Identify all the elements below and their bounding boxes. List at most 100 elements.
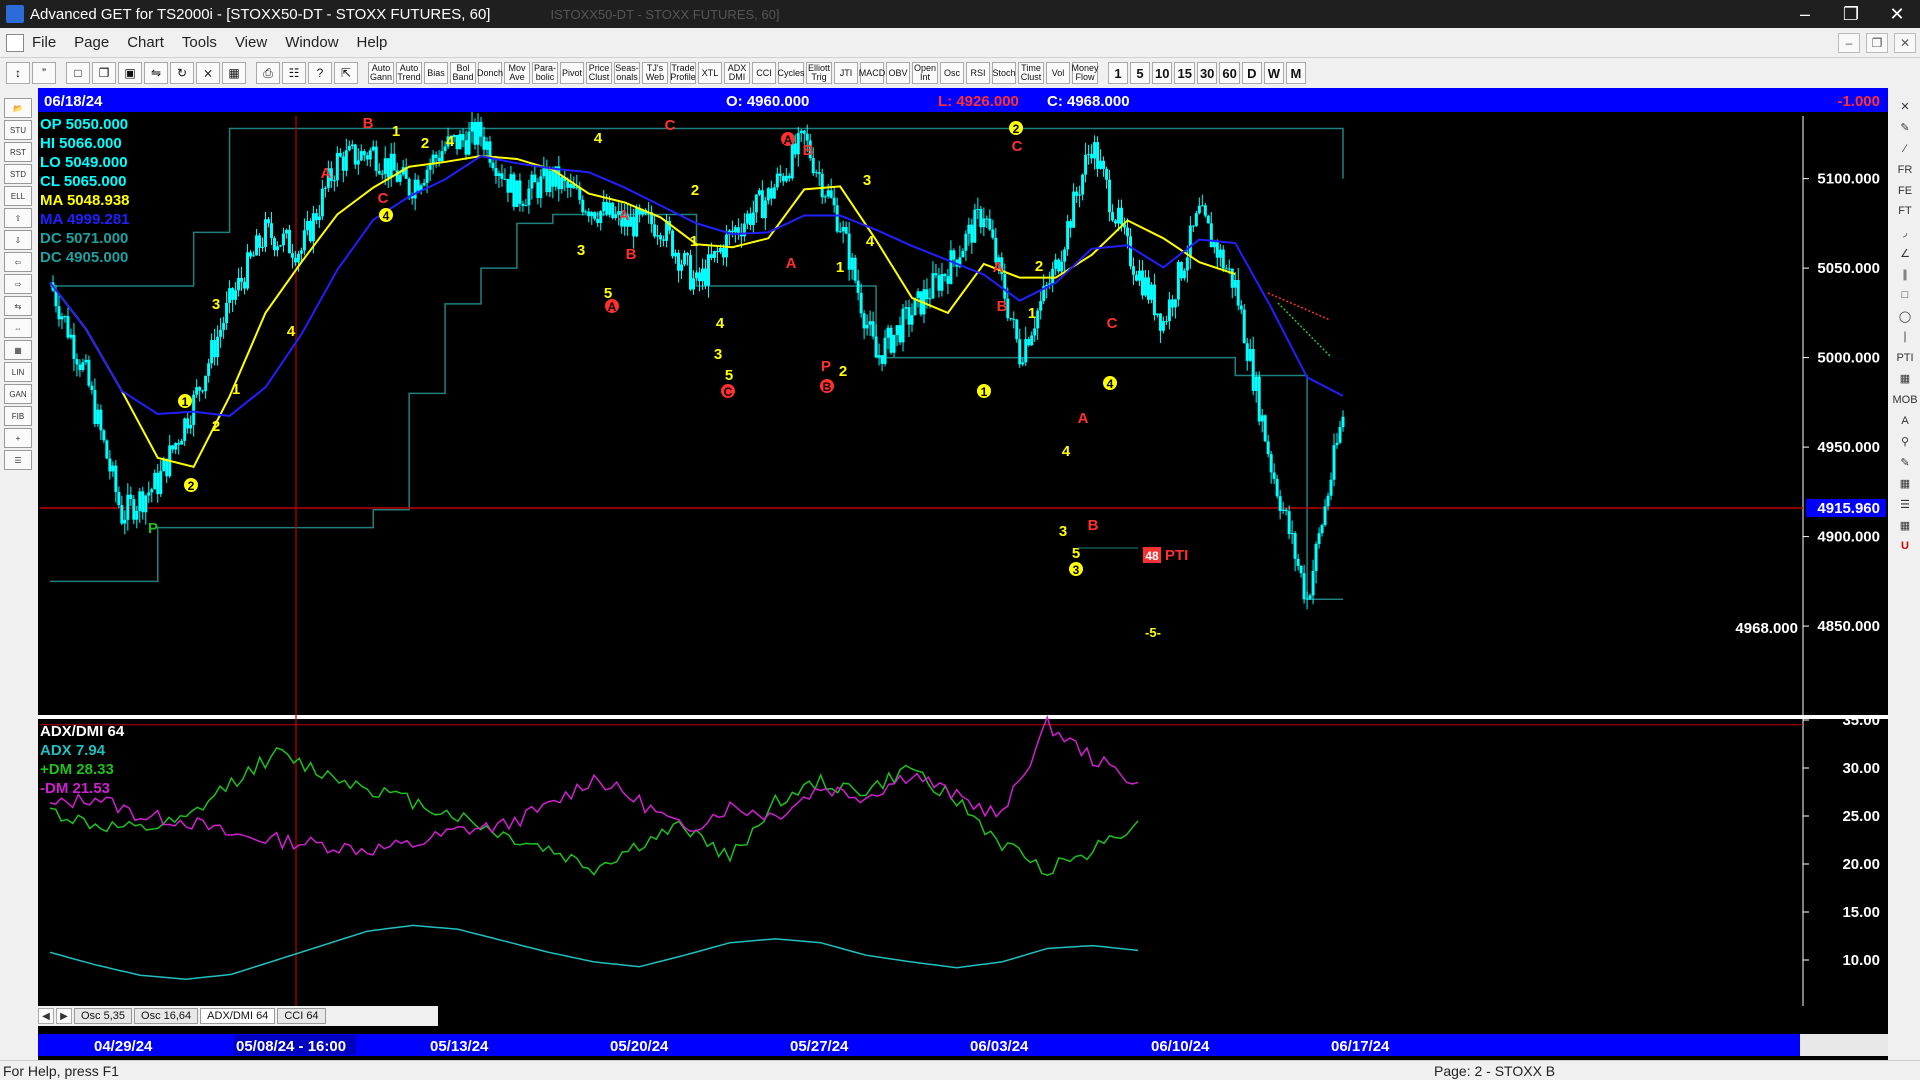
study-button-auto-trend[interactable]: Auto Trend bbox=[396, 62, 422, 84]
fib-extension-icon[interactable]: FE bbox=[1893, 181, 1917, 201]
reset-icon[interactable]: RST bbox=[4, 142, 32, 162]
fib-retrace-icon[interactable]: FR bbox=[1893, 160, 1917, 180]
grid-table-icon[interactable]: ▦ bbox=[4, 340, 32, 360]
menu-page[interactable]: Page bbox=[74, 34, 109, 51]
menu-file[interactable]: File bbox=[32, 34, 56, 51]
menu-help[interactable]: Help bbox=[357, 34, 388, 51]
grid-tool-icon[interactable]: ▦ bbox=[1893, 369, 1917, 389]
zoom-icon[interactable]: ⚲ bbox=[1893, 432, 1917, 452]
study-button-seas-onals[interactable]: Seas-onals bbox=[614, 62, 640, 84]
channel-icon[interactable]: ∥ bbox=[1893, 264, 1917, 284]
study-button-obv[interactable]: OBV bbox=[886, 62, 910, 84]
study-button-macd[interactable]: MACD bbox=[859, 62, 885, 84]
mdi-restore-button[interactable]: ❐ bbox=[1866, 32, 1888, 53]
list-icon[interactable]: ☰ bbox=[1893, 494, 1917, 514]
study-button-donch[interactable]: Donch bbox=[477, 62, 503, 84]
quote-icon[interactable]: ” bbox=[32, 62, 56, 84]
print-icon[interactable]: ⎙ bbox=[256, 62, 280, 84]
study-button-pivot[interactable]: Pivot bbox=[560, 62, 584, 84]
interval-button-w[interactable]: W bbox=[1263, 62, 1284, 84]
pointer-icon[interactable]: ↕ bbox=[6, 62, 30, 84]
menu-view[interactable]: View bbox=[235, 34, 267, 51]
menu-window[interactable]: Window bbox=[285, 34, 338, 51]
study-button-trade-profile[interactable]: Trade Profile bbox=[670, 62, 696, 84]
delete-icon[interactable]: ⨯ bbox=[196, 62, 220, 84]
chart-area[interactable]: 06/18/24 O: 4960.000 L: 4926.000 C: 4968.00… bbox=[38, 88, 1888, 1060]
minimize-button[interactable]: – bbox=[1782, 0, 1828, 28]
gann-fan-icon[interactable]: ∣ bbox=[1893, 327, 1917, 347]
arrow-right-icon[interactable]: ⇨ bbox=[4, 274, 32, 294]
cancel-tool-icon[interactable]: ✕ bbox=[1893, 97, 1917, 117]
study-button-adx-dmi[interactable]: ADX DMI bbox=[724, 62, 750, 84]
arrow-up-icon[interactable]: ⇧ bbox=[4, 208, 32, 228]
fib-icon[interactable]: FIB bbox=[4, 406, 32, 426]
interval-button-5[interactable]: 5 bbox=[1130, 62, 1150, 84]
study-button-vol[interactable]: Vol bbox=[1046, 62, 1070, 84]
interval-button-1[interactable]: 1 bbox=[1108, 62, 1128, 84]
arrow-down-icon[interactable]: ⇩ bbox=[4, 230, 32, 250]
lines-icon[interactable]: LIN bbox=[4, 362, 32, 382]
close-button[interactable]: ✕ bbox=[1874, 0, 1920, 28]
interval-button-m[interactable]: M bbox=[1285, 62, 1306, 84]
study-button-cci[interactable]: CCI bbox=[752, 62, 776, 84]
study-button-bol-band[interactable]: Bol Band bbox=[450, 62, 476, 84]
context-help-icon[interactable]: ⇱ bbox=[334, 62, 358, 84]
study-button-rsi[interactable]: RSI bbox=[966, 62, 990, 84]
new-page-icon[interactable]: □ bbox=[66, 62, 90, 84]
study-button-open-int[interactable]: Open Int bbox=[912, 62, 938, 84]
study-button-stoch[interactable]: Stoch bbox=[992, 62, 1016, 84]
ellipse-icon[interactable]: ◯ bbox=[1893, 306, 1917, 326]
gann-icon[interactable]: GAN bbox=[4, 384, 32, 404]
compress-icon[interactable]: ⇆ bbox=[4, 296, 32, 316]
properties-icon[interactable]: ☷ bbox=[282, 62, 306, 84]
arc-icon[interactable]: ◞ bbox=[1893, 222, 1917, 242]
menu-tools[interactable]: Tools bbox=[182, 34, 217, 51]
tab-prev-icon[interactable]: ◀ bbox=[38, 1008, 54, 1024]
fan-icon[interactable]: ∠ bbox=[1893, 243, 1917, 263]
tab-next-icon[interactable]: ▶ bbox=[56, 1008, 72, 1024]
study-button-osc[interactable]: Osc bbox=[940, 62, 964, 84]
pencil-icon[interactable]: ✎ bbox=[1893, 118, 1917, 138]
study-button-auto-gann[interactable]: Auto Gann bbox=[368, 62, 394, 84]
interval-button-15[interactable]: 15 bbox=[1174, 62, 1195, 84]
paint-icon[interactable]: ✎ bbox=[1893, 452, 1917, 472]
calc-icon[interactable]: ▦ bbox=[1893, 515, 1917, 535]
mob-icon[interactable]: MOB bbox=[1892, 390, 1917, 410]
interval-button-60[interactable]: 60 bbox=[1219, 62, 1240, 84]
study-button-tj-s-web[interactable]: TJ's Web bbox=[642, 62, 668, 84]
elliott-icon[interactable]: ELL bbox=[4, 186, 32, 206]
arrow-left-icon[interactable]: ⇦ bbox=[4, 252, 32, 272]
tab-osc-16-64[interactable]: Osc 16,64 bbox=[134, 1008, 199, 1024]
chart-svg[interactable]: 06/18/24 O: 4960.000 L: 4926.000 C: 4968.00… bbox=[38, 88, 1888, 1060]
study-button-cycles[interactable]: Cycles bbox=[778, 62, 805, 84]
tab-adx-dmi[interactable]: ADX/DMI 64 bbox=[200, 1008, 276, 1024]
study-button-mov-ave[interactable]: Mov Ave bbox=[504, 62, 530, 84]
maximize-button[interactable]: ❐ bbox=[1828, 0, 1874, 28]
study-icon[interactable]: STU bbox=[4, 120, 32, 140]
interval-button-d[interactable]: D bbox=[1241, 62, 1262, 84]
crosshair-icon[interactable]: + bbox=[4, 428, 32, 448]
line-tool-icon[interactable]: ⁄ bbox=[1893, 139, 1917, 159]
document-icon[interactable] bbox=[6, 33, 24, 52]
expand-icon[interactable]: ⇔ bbox=[4, 318, 32, 338]
study-button-para-bolic[interactable]: Para-bolic bbox=[532, 62, 558, 84]
menu-chart[interactable]: Chart bbox=[127, 34, 164, 51]
grid-icon[interactable]: ▦ bbox=[222, 62, 246, 84]
interval-button-10[interactable]: 10 bbox=[1152, 62, 1173, 84]
tab-cci[interactable]: CCI 64 bbox=[277, 1008, 326, 1024]
tab-osc-5-35[interactable]: Osc 5,35 bbox=[74, 1008, 133, 1024]
notes-icon[interactable]: ☰ bbox=[4, 450, 32, 470]
save-icon[interactable]: ▣ bbox=[118, 62, 142, 84]
help-icon[interactable]: ? bbox=[308, 62, 332, 84]
box-icon[interactable]: □ bbox=[1893, 285, 1917, 305]
study-button-money-flow[interactable]: Money Flow bbox=[1072, 62, 1099, 84]
study-button-elliott-trig[interactable]: Elliott Trig bbox=[806, 62, 832, 84]
link-icon[interactable]: ⇋ bbox=[144, 62, 168, 84]
pti-icon[interactable]: PTI bbox=[1893, 348, 1917, 368]
table-icon[interactable]: ▦ bbox=[1893, 473, 1917, 493]
u-icon[interactable]: U bbox=[1893, 536, 1917, 556]
refresh-icon[interactable]: ↻ bbox=[170, 62, 194, 84]
copy-page-icon[interactable]: ❐ bbox=[92, 62, 116, 84]
interval-button-30[interactable]: 30 bbox=[1196, 62, 1218, 84]
study-button-jti[interactable]: JTI bbox=[834, 62, 858, 84]
